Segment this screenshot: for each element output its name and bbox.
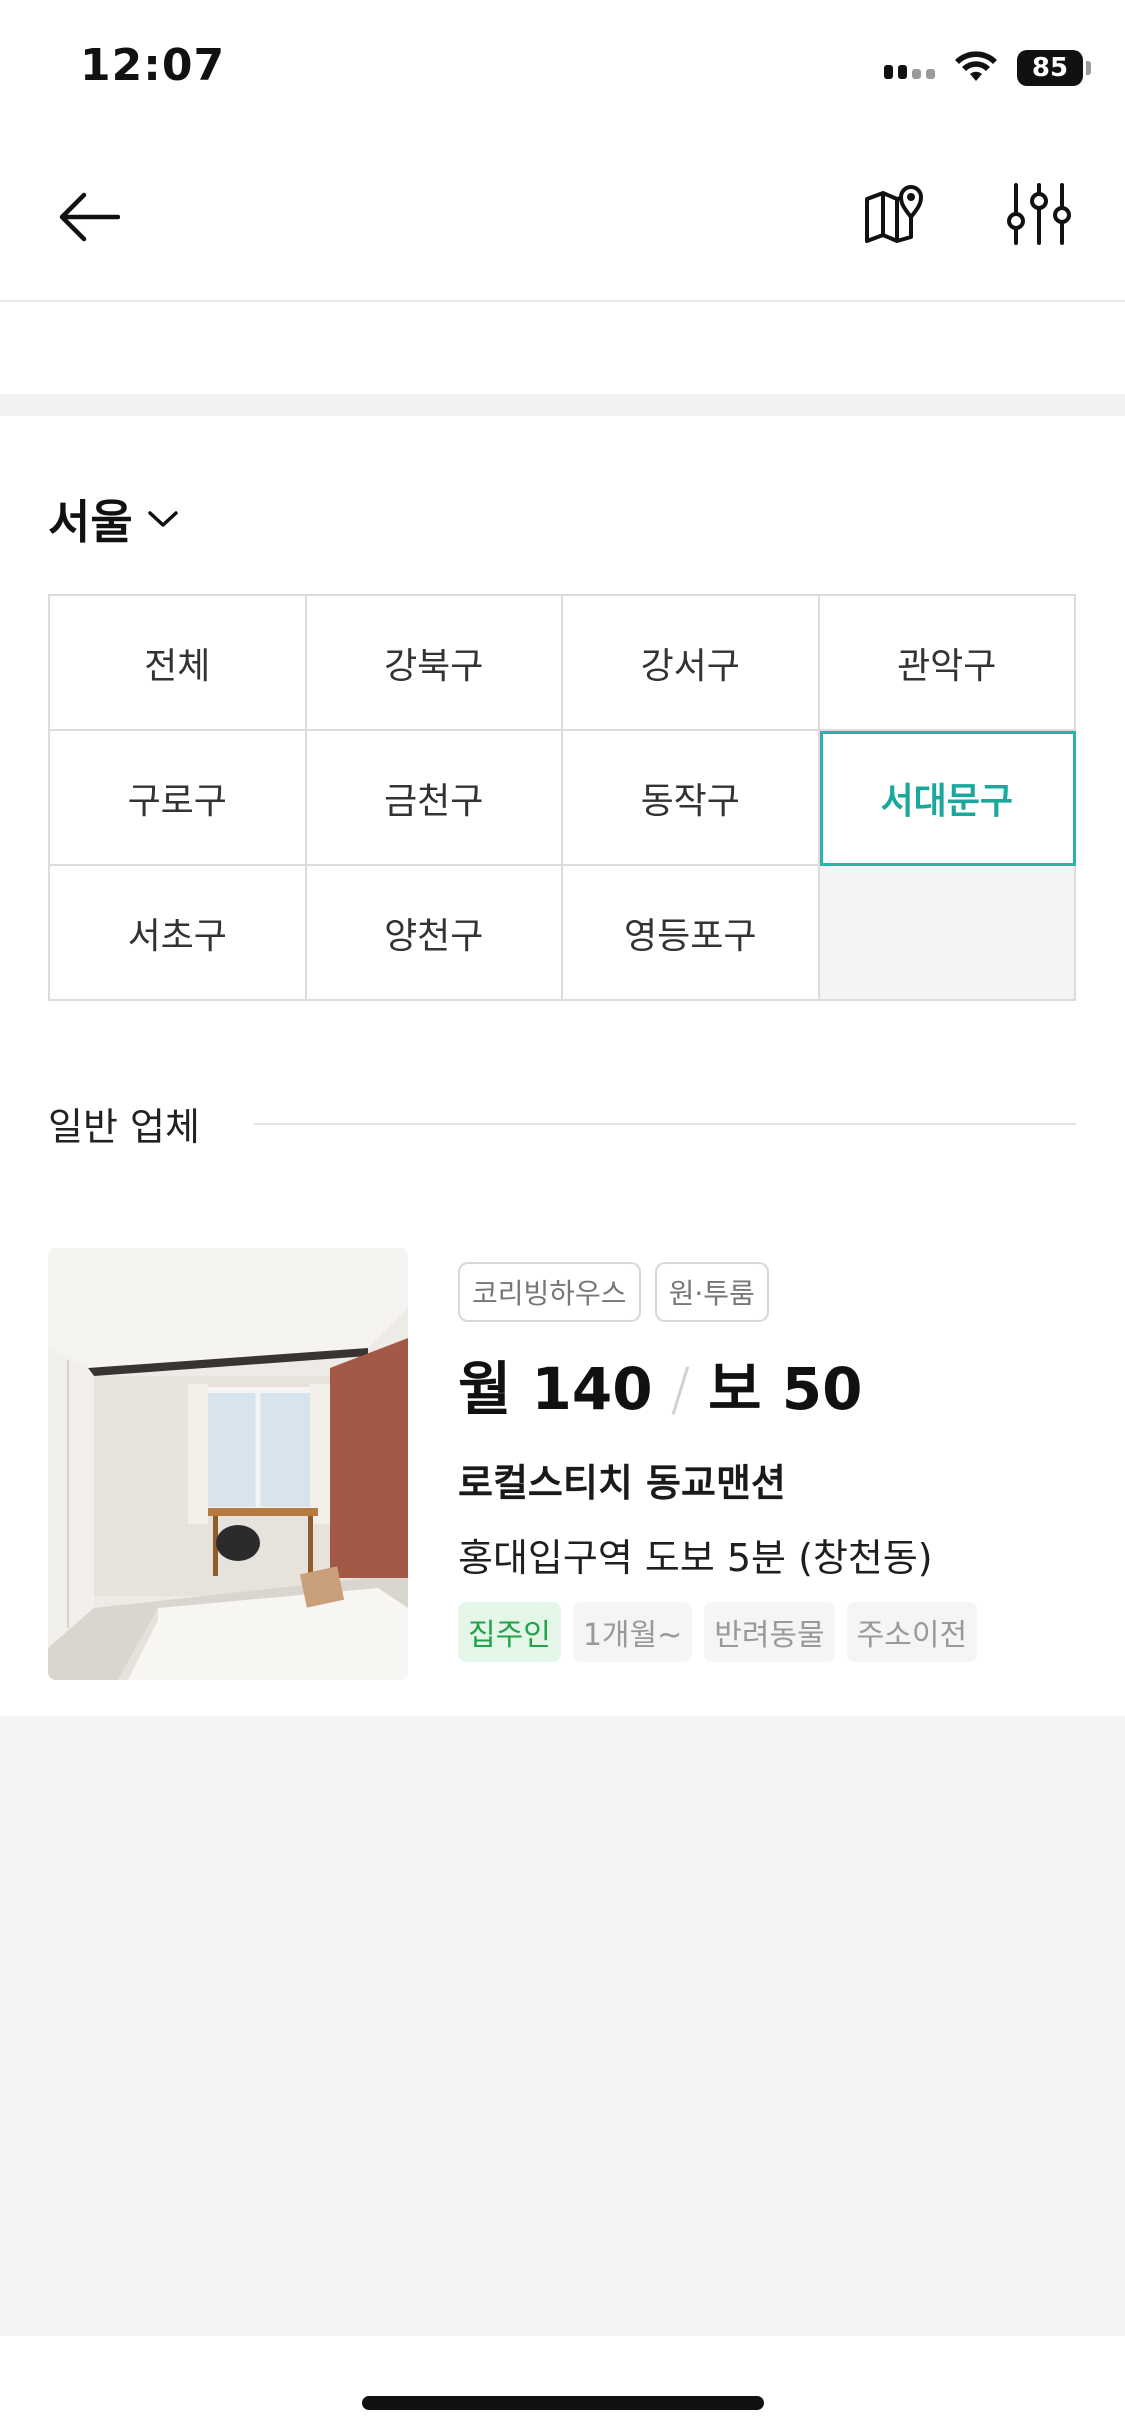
feature-landlord: 집주인: [458, 1602, 561, 1662]
district-empty-cell: [819, 866, 1076, 1001]
district-gangseo[interactable]: 강서구: [563, 596, 820, 731]
arrow-left-icon: [59, 192, 120, 242]
district-yeongdeungpo[interactable]: 영등포구: [563, 866, 820, 1001]
listing-info: 코리빙하우스 원·투룸 월 140 / 보 50 로컬스티치 동교맨션 홍대입구…: [458, 1248, 1078, 1662]
district-dongjak[interactable]: 동작구: [563, 731, 820, 866]
listing-tags: 코리빙하우스 원·투룸: [458, 1262, 1078, 1322]
district-seocho[interactable]: 서초구: [50, 866, 307, 1001]
district-all[interactable]: 전체: [50, 596, 307, 731]
sliders-icon: [1007, 183, 1071, 245]
status-icons: 85: [884, 50, 1091, 86]
feature-min-stay: 1개월~: [572, 1602, 693, 1662]
section-title: 일반 업체: [48, 1105, 200, 1149]
listing-location: 홍대입구역 도보 5분 (창천동): [458, 1536, 933, 1580]
city-name: 서울: [48, 495, 133, 549]
map-pin-icon: [865, 185, 923, 243]
deposit: 보 50: [708, 1355, 863, 1423]
listing-card[interactable]: 코리빙하우스 원·투룸 월 140 / 보 50 로컬스티치 동교맨션 홍대입구…: [48, 1248, 1078, 1684]
bottom-safe-area: [0, 2336, 1125, 2436]
header-spacer: [0, 302, 1125, 394]
monthly-rent: 월 140: [458, 1355, 653, 1423]
district-grid: 전체 강북구 강서구 관악구 구로구 금천구 동작구 서대문구 서초구 양천구 …: [48, 594, 1076, 1001]
wifi-icon: [955, 51, 997, 81]
room-photo: [48, 1248, 408, 1680]
map-view-button[interactable]: [856, 174, 936, 254]
main-content: 서울 전체 강북구 강서구 관악구 구로구 금천구 동작구 서대문구 서초구 양…: [0, 416, 1125, 1716]
listing-thumbnail: [48, 1248, 408, 1680]
district-gangbuk[interactable]: 강북구: [306, 596, 563, 731]
top-navigation: [0, 132, 1125, 302]
feature-address-transfer: 주소이전: [846, 1602, 978, 1662]
home-indicator[interactable]: [362, 2396, 764, 2410]
signal-icon: [884, 57, 935, 79]
section-divider-line: [253, 1122, 1076, 1125]
district-geumcheon[interactable]: 금천구: [306, 731, 563, 866]
district-yangcheon[interactable]: 양천구: [306, 866, 563, 1001]
app-screen: 12:07 85 서울 전체 강북구 강서구 관악구 구로구 금천구 동작구 서…: [0, 0, 1125, 2436]
chevron-down-icon: [147, 511, 178, 527]
section-header: 일반 업체: [48, 1096, 1076, 1151]
listing-name: 로컬스티치 동교맨션: [458, 1461, 786, 1505]
feature-pets: 반려동물: [704, 1602, 835, 1662]
tag-coliving: 코리빙하우스: [458, 1262, 641, 1322]
price-separator: /: [670, 1355, 691, 1423]
battery-icon: 85: [1017, 50, 1091, 86]
back-button[interactable]: [48, 177, 128, 257]
status-bar: 12:07 85: [0, 0, 1125, 132]
section-divider: [0, 394, 1125, 416]
filter-button[interactable]: [999, 174, 1079, 254]
status-time: 12:07: [80, 40, 226, 91]
district-gwanak[interactable]: 관악구: [819, 596, 1076, 731]
tag-room-type: 원·투룸: [654, 1262, 769, 1322]
district-seodaemun[interactable]: 서대문구: [819, 731, 1076, 866]
listing-price: 월 140 / 보 50: [458, 1342, 1078, 1426]
listing-features: 집주인 1개월~ 반려동물 주소이전: [458, 1602, 1078, 1662]
district-guro[interactable]: 구로구: [50, 731, 307, 866]
city-dropdown[interactable]: 서울: [48, 486, 179, 552]
